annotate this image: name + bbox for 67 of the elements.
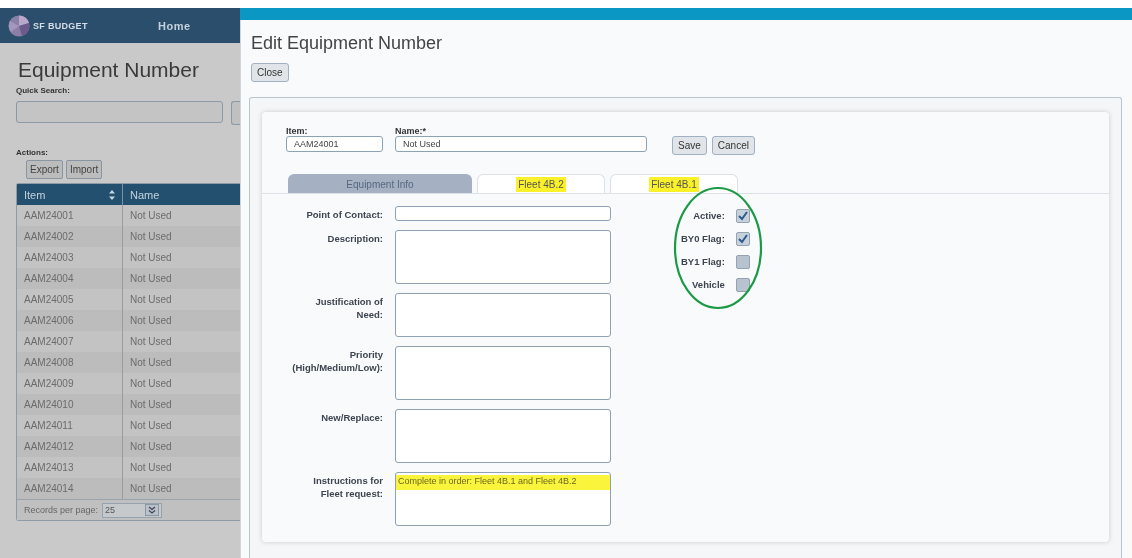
check-icon (736, 233, 749, 244)
table-cell-text: Not Used (129, 440, 172, 454)
page-title: Equipment Number (18, 58, 200, 82)
checkbox-label: Vehicle (692, 279, 725, 290)
form-button[interactable]: Cancel (711, 136, 755, 155)
field-label: Item: (286, 126, 309, 136)
checkbox-label: BY0 Flag: (681, 233, 725, 244)
field-label: Name:* (395, 126, 427, 136)
table-cell-text: Not Used (129, 335, 172, 349)
section-label: Actions: (16, 148, 49, 157)
table-cell: AAM24012 (17, 436, 123, 457)
column-header[interactable]: Item (17, 184, 123, 205)
table-cell-text: Not Used (129, 293, 172, 307)
table-cell-text: Not Used (129, 419, 172, 433)
table-cell-text: Not Used (129, 398, 172, 412)
logo-icon (8, 14, 30, 37)
check-icon (736, 210, 749, 221)
checkbox-label: Active: (693, 210, 725, 221)
brand-name: SF BUDGET (33, 20, 88, 31)
table-cell-text: Not Used (129, 209, 172, 223)
checkbox[interactable] (735, 208, 750, 223)
table-cell: AAM24002 (17, 226, 123, 247)
dialog-title: Edit Equipment Number (251, 33, 444, 54)
tab[interactable]: Fleet 4B.2 (477, 174, 605, 193)
form-button[interactable]: Save (672, 136, 707, 155)
text-area[interactable] (395, 346, 611, 400)
field-label: Point of Contact: (305, 208, 383, 221)
table-cell: AAM24006 (17, 310, 123, 331)
text-area[interactable] (395, 230, 611, 284)
table-cell-text: Not Used (129, 377, 172, 391)
table-cell: AAM24004 (17, 268, 123, 289)
field-label: Priority (High/Medium/Low): (291, 348, 383, 374)
nav-link[interactable]: Home (158, 19, 191, 32)
text-field[interactable] (395, 206, 611, 221)
table-cell: AAM24008 (17, 352, 123, 373)
checkbox-label: BY1 Flag: (681, 256, 725, 267)
table-cell-text: Not Used (129, 356, 172, 370)
field-label: Justification of Need: (314, 295, 383, 321)
field-label: Description: (326, 232, 383, 245)
text-area[interactable] (395, 409, 611, 463)
column-header[interactable]: Name (123, 184, 166, 205)
text-area[interactable] (395, 293, 611, 337)
checkbox[interactable] (735, 277, 750, 292)
field-label: Instructions for Fleet request: (312, 474, 383, 500)
table-cell-text: Not Used (129, 230, 172, 244)
table-cell-text: Not Used (129, 461, 172, 475)
tab[interactable]: Fleet 4B.1 (610, 174, 738, 193)
checkbox[interactable] (735, 231, 750, 246)
footer-label: Records per page: (24, 505, 99, 515)
table-cell-text: Not Used (129, 272, 172, 286)
button-edge[interactable] (231, 101, 240, 125)
table-cell-text: Not Used (129, 482, 172, 496)
checkbox[interactable] (735, 254, 750, 269)
action-button[interactable]: Export (26, 160, 63, 179)
field-label: Quick Search: (16, 86, 71, 95)
dropdown-icon (145, 504, 160, 516)
action-button[interactable]: Import (65, 160, 103, 179)
table-cell-text: Not Used (129, 314, 172, 328)
page-size-select[interactable]: 25 (102, 502, 163, 518)
search-field[interactable] (16, 101, 224, 123)
text-area[interactable]: Complete in order: Fleet 4B.1 and Fleet 4B.2 (395, 472, 611, 526)
table-cell-text: Not Used (129, 251, 172, 265)
field-label: New/Replace: (320, 411, 383, 424)
table-cell: AAM24010 (17, 394, 123, 415)
close-button[interactable]: Close (251, 63, 289, 82)
item-field[interactable]: AAM24001 (286, 136, 383, 152)
name-field[interactable]: Not Used (395, 136, 647, 152)
